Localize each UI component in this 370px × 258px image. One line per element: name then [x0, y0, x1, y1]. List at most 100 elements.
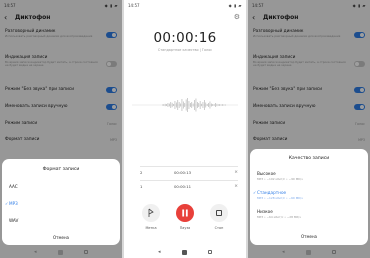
mark-time: 00:00:13 — [174, 170, 192, 175]
waveform-bar — [195, 98, 197, 112]
waveform-bar — [190, 103, 191, 107]
nav-back-icon[interactable]: ◂ — [158, 249, 161, 255]
stop-button[interactable] — [210, 204, 228, 222]
waveform — [132, 98, 238, 112]
waveform-bar — [205, 102, 207, 108]
waveform-bar — [164, 103, 166, 107]
pause-icon — [182, 209, 188, 217]
waveform-bar — [163, 104, 165, 106]
cancel-button[interactable]: Отмена — [2, 235, 120, 240]
option-desc: MP3 • ~64 кбит/с • ~28 Мб/ч — [257, 215, 301, 219]
mark-button[interactable] — [142, 204, 160, 222]
format-option-mp3[interactable]: ✓ MP3 — [5, 201, 114, 206]
waveform-bar — [194, 100, 195, 110]
close-icon[interactable]: × — [234, 184, 238, 189]
waveform-bar — [222, 104, 223, 106]
divider — [140, 180, 238, 181]
option-label: WAV — [9, 218, 19, 223]
mark-number: 1 — [140, 184, 143, 189]
nav-home-icon[interactable] — [182, 250, 187, 255]
phone-screen-recorder: 14:57 ◆ ▮ ▰ ⚙ 00:00:16 Стандартное качес… — [124, 0, 246, 258]
waveform-bar — [192, 103, 194, 107]
gear-icon[interactable]: ⚙ — [234, 14, 240, 21]
waveform-bar — [213, 104, 215, 106]
system-navbar: ◂ — [124, 249, 246, 255]
nav-recents-icon[interactable] — [84, 250, 88, 254]
waveform-bar — [176, 102, 177, 108]
waveform-bar — [173, 104, 174, 106]
quality-sheet: Качество записи Высокое MP3 • ~192 кбит/… — [250, 149, 368, 245]
waveform-bar — [183, 101, 184, 109]
nav-recents-icon[interactable] — [332, 250, 336, 254]
nav-recents-icon[interactable] — [208, 250, 212, 254]
status-icons: ◆ ▮ ▰ — [228, 3, 242, 8]
format-sheet: Формат записи AAC ✓ MP3 WAV Отмена — [2, 159, 120, 245]
format-option-wav[interactable]: WAV — [9, 218, 114, 223]
waveform-bar — [215, 103, 216, 107]
mark-time: 00:00:11 — [174, 184, 192, 189]
nav-back-icon[interactable]: ◂ — [282, 249, 285, 255]
waveform-bar — [181, 99, 183, 111]
waveform-bar — [180, 103, 181, 107]
nav-back-icon[interactable]: ◂ — [34, 249, 37, 255]
waveform-bar — [202, 102, 204, 108]
quality-option-high[interactable]: Высокое MP3 • ~192 кбит/с • ~90 Мб/ч — [257, 171, 362, 181]
waveform-bar — [225, 104, 226, 106]
waveform-bar — [201, 103, 202, 107]
close-icon[interactable]: × — [234, 170, 238, 175]
option-label: AAC — [9, 184, 18, 189]
waveform-bar — [216, 103, 218, 107]
nav-home-icon[interactable] — [306, 250, 311, 255]
phone-screen-settings-format: 14:57 ◆ ▮ ▰ ‹ Диктофон Разговорный динам… — [0, 0, 122, 258]
waveform-bar — [169, 103, 170, 107]
divider — [140, 166, 238, 167]
mark-label: Метка — [145, 226, 157, 230]
waveform-bar — [212, 104, 214, 106]
cancel-button[interactable]: Отмена — [250, 234, 368, 239]
stop-icon — [216, 210, 222, 216]
waveform-bar — [188, 101, 190, 109]
mark-row: 2 00:00:13 × — [140, 170, 238, 177]
recording-timer: 00:00:16 — [153, 30, 217, 46]
sheet-title: Качество записи — [288, 156, 330, 161]
format-option-aac[interactable]: AAC — [9, 184, 114, 189]
sheet-title: Формат записи — [42, 167, 80, 172]
waveform-bar — [204, 100, 205, 110]
waveform-bar — [206, 104, 208, 106]
waveform-bar — [218, 104, 219, 106]
waveform-bar — [209, 101, 211, 109]
quality-option-low[interactable]: Низкое MP3 • ~64 кбит/с • ~28 Мб/ч — [257, 209, 362, 219]
waveform-bar — [178, 102, 180, 108]
option-label: MP3 — [9, 201, 18, 206]
recording-quality-label[interactable]: Стандартное качество | Голос — [124, 48, 246, 52]
waveform-bar — [223, 104, 225, 106]
waveform-bar — [220, 104, 222, 106]
quality-option-standard[interactable]: ✓ Стандартное MP3 • ~128 кбит/с • ~60 Мб… — [253, 190, 362, 200]
mark-number: 2 — [140, 170, 143, 175]
waveform-bar — [211, 103, 212, 107]
waveform-bar — [199, 101, 201, 109]
status-time: 14:57 — [128, 3, 140, 8]
stop-label: Стоп — [214, 226, 224, 230]
checkmark-icon: ✓ — [253, 190, 257, 195]
mark-row: 1 00:00:11 × — [140, 184, 238, 191]
option-desc: MP3 • ~128 кбит/с • ~60 Мб/ч — [257, 196, 303, 200]
waveform-bar — [162, 104, 163, 106]
option-desc: MP3 • ~192 кбит/с • ~90 Мб/ч — [257, 177, 303, 181]
flag-icon — [148, 208, 154, 217]
system-navbar: ◂ — [248, 249, 370, 255]
waveform-bar — [197, 102, 198, 108]
waveform-bar — [171, 102, 173, 108]
nav-home-icon[interactable] — [58, 250, 63, 255]
pause-button[interactable] — [176, 204, 194, 222]
status-bar: 14:57 ◆ ▮ ▰ — [128, 3, 242, 10]
waveform-bar — [174, 101, 176, 109]
waveform-bar — [166, 104, 167, 106]
waveform-bar — [208, 103, 209, 107]
waveform-bar — [191, 102, 193, 108]
waveform-bar — [187, 98, 188, 112]
waveform-bar — [170, 102, 172, 108]
waveform-bar — [184, 103, 186, 107]
waveform-bar — [219, 104, 221, 106]
waveform-bar — [177, 100, 179, 110]
